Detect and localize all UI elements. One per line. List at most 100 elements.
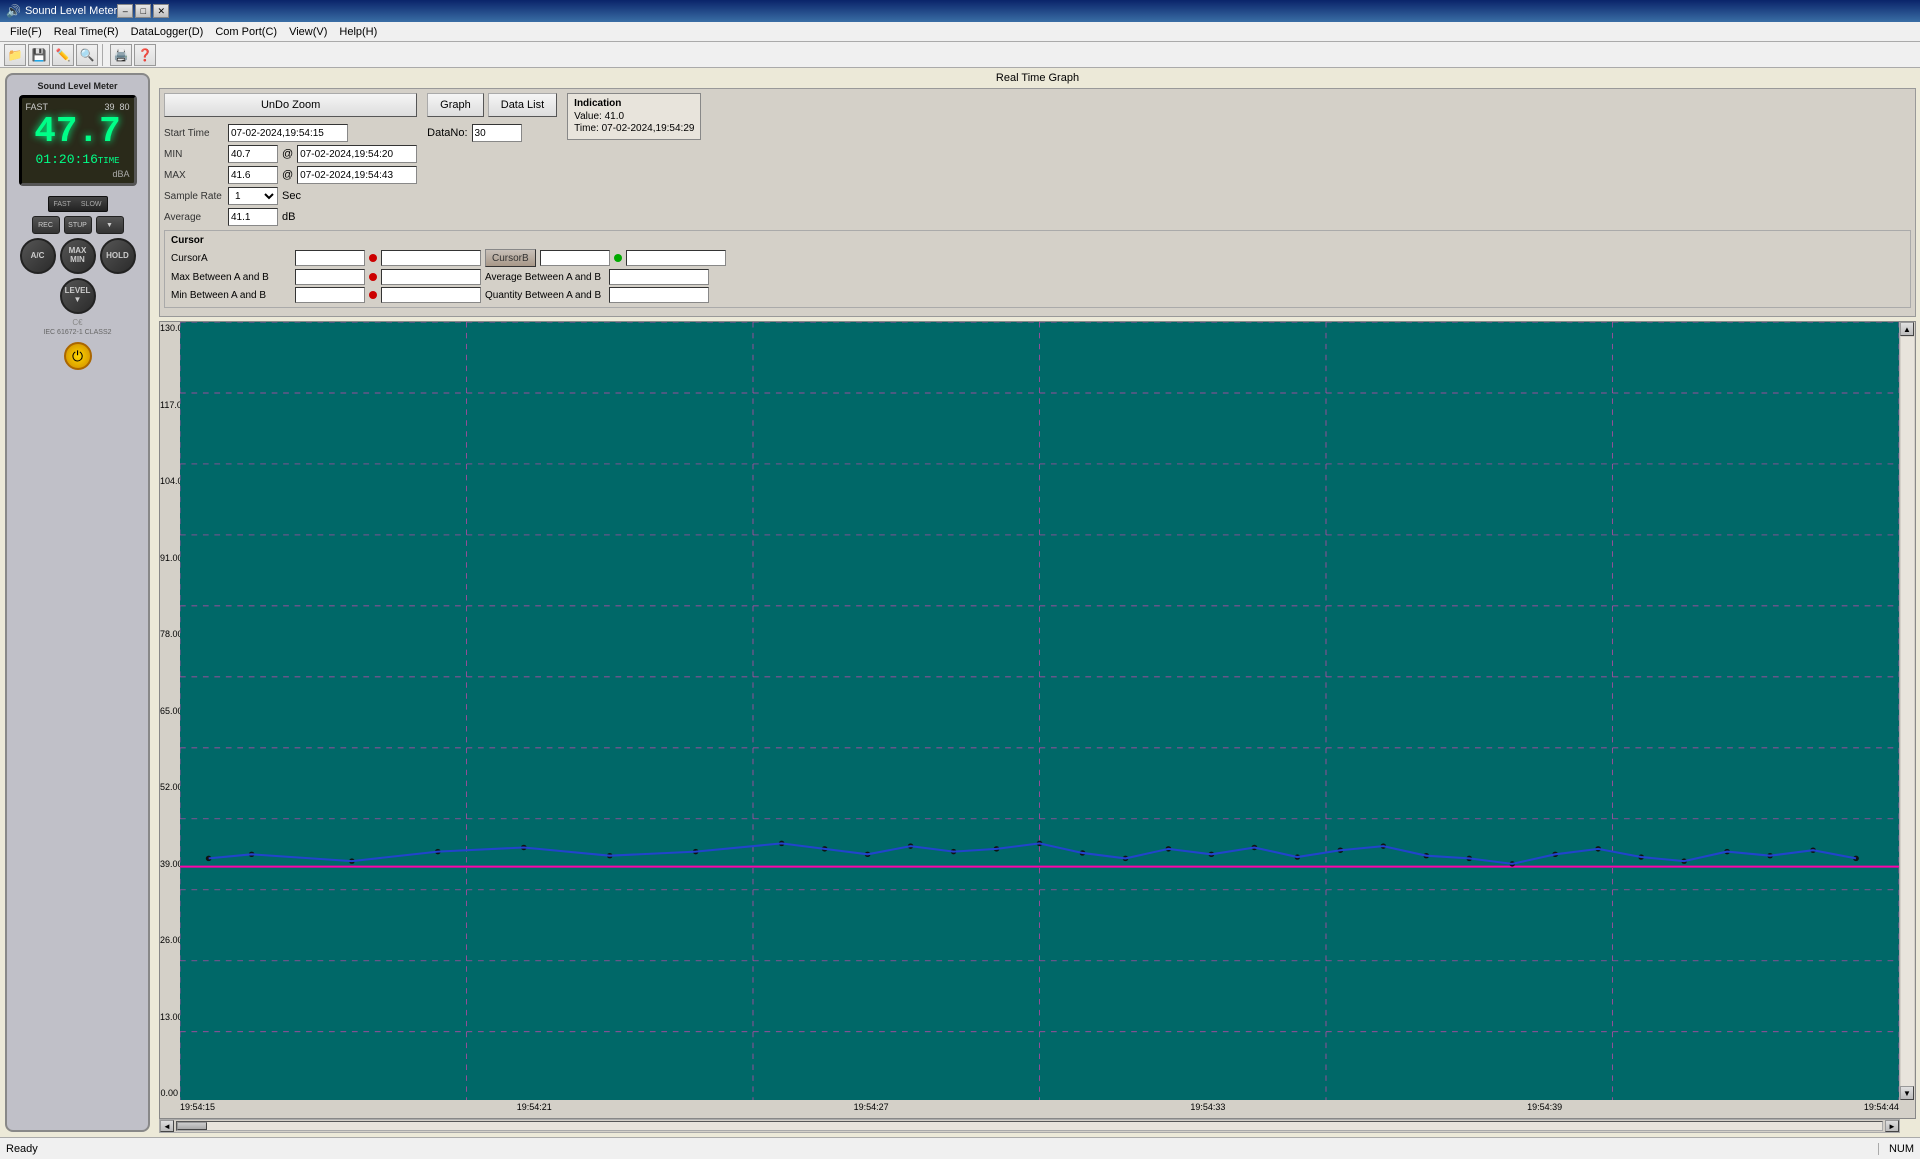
hold-button[interactable]: HOLD <box>100 238 136 274</box>
vertical-scrollbar[interactable]: ▲ ▼ <box>1899 322 1915 1100</box>
indication-title: Indication <box>574 98 694 109</box>
main-content: Sound Level Meter FAST 39 80 47.7 01:20:… <box>0 68 1920 1137</box>
start-time-label: Start Time <box>164 128 224 139</box>
qty-between-label: Quantity Between A and B <box>485 290 605 301</box>
toolbar-edit[interactable]: ✏️ <box>52 44 74 66</box>
min-value-input[interactable] <box>228 145 278 163</box>
max-dot <box>369 273 377 281</box>
top-controls-area: UnDo Zoom Start Time MIN @ MAX @ <box>159 88 1916 317</box>
menu-comport[interactable]: Com Port(C) <box>209 24 283 40</box>
cursor-b-value[interactable] <box>540 250 610 266</box>
meter-panel: Sound Level Meter FAST 39 80 47.7 01:20:… <box>5 73 150 1132</box>
graph-title: Real Time Graph <box>159 72 1916 84</box>
meter-title: Sound Level Meter <box>37 81 117 91</box>
meter-level-row: LEVEL▼ <box>60 278 96 314</box>
status-bar: Ready NUM <box>0 1137 1920 1159</box>
title-bar: 🔊 Sound Level Meter – □ ✕ <box>0 0 1920 22</box>
indication-time: 07-02-2024,19:54:29 <box>602 123 695 134</box>
right-panel: Real Time Graph UnDo Zoom Start Time MIN… <box>155 68 1920 1137</box>
cursor-a-value[interactable] <box>295 250 365 266</box>
max-between-value[interactable] <box>295 269 365 285</box>
avg-between-label: Average Between A and B <box>485 272 605 283</box>
menu-help[interactable]: Help(H) <box>333 24 383 40</box>
scrollbar-track[interactable] <box>176 1121 1883 1131</box>
average-value-input[interactable] <box>228 208 278 226</box>
menu-view[interactable]: View(V) <box>283 24 333 40</box>
toolbar-print[interactable]: 🖨️ <box>110 44 132 66</box>
scrollbar-right-button[interactable]: ► <box>1885 1120 1899 1132</box>
maxmin-button[interactable]: MAXMIN <box>60 238 96 274</box>
min-time-input[interactable] <box>297 145 417 163</box>
toolbar-separator <box>102 44 106 66</box>
sample-rate-select[interactable]: 1 <box>228 187 278 205</box>
data-list-button[interactable]: Data List <box>488 93 557 117</box>
min-at: @ <box>282 148 293 160</box>
close-button[interactable]: ✕ <box>153 4 169 18</box>
indication-value-row: Value: 41.0 <box>574 111 694 122</box>
menu-datalogger[interactable]: DataLogger(D) <box>125 24 210 40</box>
scrollbar-thumb[interactable] <box>177 1122 207 1130</box>
down-button[interactable]: ▼ <box>96 216 124 234</box>
graph-button[interactable]: Graph <box>427 93 484 117</box>
sample-rate-unit: Sec <box>282 190 301 202</box>
scroll-up[interactable]: ▲ <box>1900 322 1914 336</box>
meter-display: FAST 39 80 47.7 01:20:16TIME dBA <box>19 95 137 186</box>
level-button[interactable]: LEVEL▼ <box>60 278 96 314</box>
average-row: Average dB <box>164 208 417 226</box>
power-button[interactable]: ⏻ <box>64 342 92 370</box>
fast-slow-button[interactable]: FAST SLOW <box>48 196 108 212</box>
app-icon: 🔊 <box>6 4 21 18</box>
qty-between-value[interactable] <box>609 287 709 303</box>
toolbar-save[interactable]: 💾 <box>28 44 50 66</box>
datano-row: DataNo: <box>427 124 557 142</box>
max-value-input[interactable] <box>228 166 278 184</box>
ce-label: C€ <box>72 318 82 327</box>
max-time-input[interactable] <box>297 166 417 184</box>
iec-label: IEC 61672-1 CLASS2 <box>43 329 111 336</box>
minimize-button[interactable]: – <box>117 4 133 18</box>
ac-button[interactable]: A/C <box>20 238 56 274</box>
min-dot <box>369 291 377 299</box>
sample-rate-row: Sample Rate 1 Sec <box>164 187 417 205</box>
meter-main-buttons: A/C MAXMIN HOLD <box>20 238 136 274</box>
status-text: Ready <box>6 1143 1868 1155</box>
cursor-section: Cursor CursorA CursorB Max Between A and… <box>164 230 1911 308</box>
setup-button[interactable]: STUP <box>64 216 92 234</box>
graph-svg <box>180 322 1899 1100</box>
title-text: Sound Level Meter <box>25 5 117 17</box>
x-axis: 19:54:15 19:54:21 19:54:27 19:54:33 19:5… <box>180 1100 1899 1118</box>
menu-realtime[interactable]: Real Time(R) <box>48 24 125 40</box>
graph-canvas <box>180 322 1899 1100</box>
min-label: MIN <box>164 149 224 160</box>
min-row: MIN @ <box>164 145 417 163</box>
toolbar-zoom[interactable]: 🔍 <box>76 44 98 66</box>
cursor-a-dot <box>369 254 377 262</box>
status-num: NUM <box>1878 1143 1914 1155</box>
meter-main-value: 47.7 <box>26 114 130 150</box>
scroll-down[interactable]: ▼ <box>1900 1086 1914 1100</box>
average-label: Average <box>164 212 224 223</box>
sample-rate-label: Sample Rate <box>164 191 224 202</box>
start-time-row: Start Time <box>164 124 417 142</box>
toolbar-open[interactable]: 📁 <box>4 44 26 66</box>
min-between-time[interactable] <box>381 287 481 303</box>
graph-scrollbar[interactable]: ◄ ► <box>159 1119 1900 1133</box>
menu-file[interactable]: File(F) <box>4 24 48 40</box>
avg-between-value[interactable] <box>609 269 709 285</box>
datano-input[interactable] <box>472 124 522 142</box>
max-at: @ <box>282 169 293 181</box>
cursor-b-dot <box>614 254 622 262</box>
cursor-b-button[interactable]: CursorB <box>485 249 536 267</box>
scrollbar-left-button[interactable]: ◄ <box>160 1120 174 1132</box>
undo-zoom-button[interactable]: UnDo Zoom <box>164 93 417 117</box>
cursor-a-time[interactable] <box>381 250 481 266</box>
min-between-value[interactable] <box>295 287 365 303</box>
maximize-button[interactable]: □ <box>135 4 151 18</box>
toolbar-help[interactable]: ❓ <box>134 44 156 66</box>
start-time-input[interactable] <box>228 124 348 142</box>
indication-time-row: Time: 07-02-2024,19:54:29 <box>574 123 694 134</box>
max-between-time[interactable] <box>381 269 481 285</box>
rec-button[interactable]: REC <box>32 216 60 234</box>
y-axis: 130.00 117.00 104.00 91.00 78.00 65.00 5… <box>160 322 180 1100</box>
cursor-b-time[interactable] <box>626 250 726 266</box>
